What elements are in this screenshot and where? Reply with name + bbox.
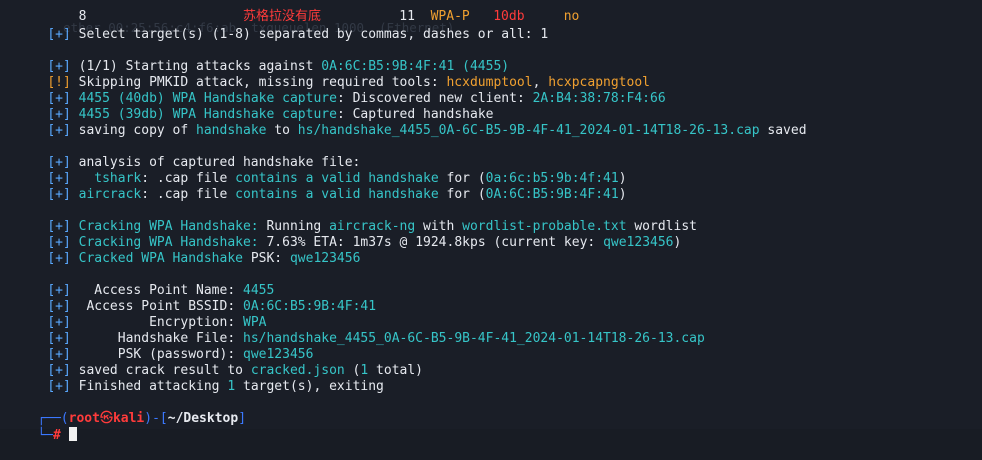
select-targets-line: [+] Select target(s) (1-8) separated by … bbox=[47, 27, 549, 42]
discovered-client-line: [+] 4455 (40db) WPA Handshake capture: D… bbox=[47, 91, 666, 106]
result-handshake-file: [+] Handshake File: hs/handshake_4455_0A… bbox=[47, 331, 705, 346]
cracking-progress-line: [+] Cracking WPA Handshake: 7.63% ETA: 1… bbox=[47, 235, 682, 250]
result-ap-name: [+] Access Point Name: 4455 bbox=[47, 283, 275, 298]
terminal-window[interactable]: ether 00:25:56:c4:f6:ab txqueuelen 1000 … bbox=[0, 0, 982, 443]
starting-attacks-line: [+] (1/1) Starting attacks against 0A:6C… bbox=[47, 59, 510, 74]
shell-prompt: ┌──(root㉿kali)-[~/Desktop] bbox=[37, 411, 247, 426]
target-row-fragment: 8 苏格拉没有底 11 WPA-P 10db no bbox=[78, 9, 580, 24]
result-encryption: [+] Encryption: WPA bbox=[47, 315, 267, 330]
cracking-running-line: [+] Cracking WPA Handshake: Running airc… bbox=[47, 219, 697, 234]
command-input-line[interactable]: └─# bbox=[6, 411, 77, 443]
cracked-psk-line: [+] Cracked WPA Handshake PSK: qwe123456 bbox=[47, 251, 361, 266]
captured-handshake-line: [+] 4455 (39db) WPA Handshake capture: C… bbox=[47, 107, 494, 122]
analysis-line: [+] analysis of captured handshake file: bbox=[47, 155, 361, 170]
text-cursor bbox=[68, 427, 77, 441]
finished-line: [+] Finished attacking 1 target(s), exit… bbox=[47, 379, 384, 394]
tshark-line: [+] tshark: .cap file contains a valid h… bbox=[47, 171, 627, 186]
skipping-pmkid-line: [!] Skipping PMKID attack, missing requi… bbox=[47, 75, 650, 90]
result-ap-bssid: [+] Access Point BSSID: 0A:6C:B5:9B:4F:4… bbox=[47, 299, 377, 314]
result-psk: [+] PSK (password): qwe123456 bbox=[47, 347, 314, 362]
saved-result-line: [+] saved crack result to cracked.json (… bbox=[47, 363, 424, 378]
saving-copy-line: [+] saving copy of handshake to hs/hands… bbox=[47, 123, 807, 138]
skull-icon: ㉿ bbox=[99, 411, 113, 426]
aircrack-line: [+] aircrack: .cap file contains a valid… bbox=[47, 187, 627, 202]
